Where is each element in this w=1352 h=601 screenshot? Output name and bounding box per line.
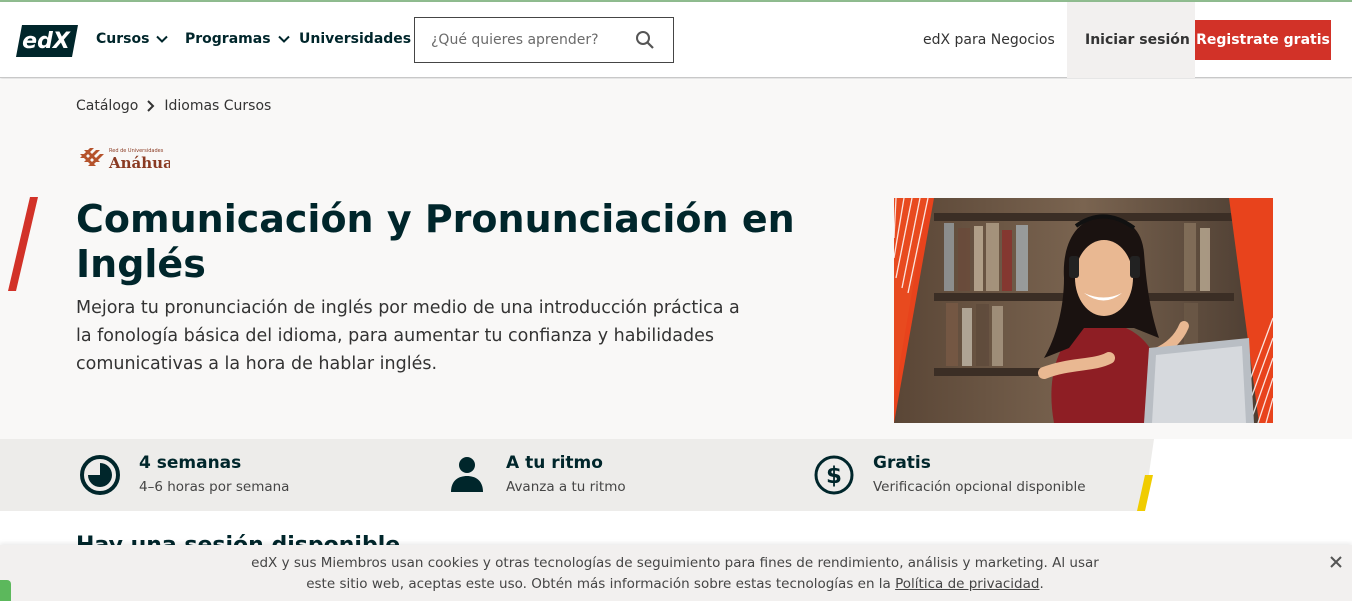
cookie-text: edX y sus Miembros usan cookies y otras … (250, 553, 1100, 595)
nav-programas[interactable]: Programas (185, 31, 291, 47)
chevron-down-icon (277, 35, 290, 43)
search-box (414, 17, 674, 63)
course-stats-bar: 4 semanas 4–6 horas por semana A tu ritm… (0, 439, 1352, 511)
nav-universidades[interactable]: Universidades (299, 31, 411, 47)
svg-text:$: $ (826, 463, 842, 489)
cookie-text-end: . (1039, 576, 1044, 592)
person-icon (451, 457, 483, 492)
stat-pace-title: A tu ritmo (506, 453, 603, 473)
search-input[interactable] (415, 18, 625, 62)
svg-text:Anáhuac: Anáhuac (108, 154, 170, 172)
clock-icon (80, 455, 120, 495)
course-image (894, 198, 1273, 423)
stat-price-title: Gratis (873, 453, 931, 473)
cookie-banner: edX y sus Miembros usan cookies y otras … (0, 545, 1352, 601)
edx-logo[interactable]: edX (16, 23, 78, 59)
nav-cursos[interactable]: Cursos (96, 31, 169, 47)
site-header: edX Cursos Programas Universidades edX p… (0, 2, 1352, 78)
svg-text:edX: edX (22, 29, 71, 54)
stat-pace-subtitle: Avanza a tu ritmo (506, 479, 626, 495)
search-icon[interactable] (635, 30, 655, 50)
stat-pace: A tu ritmo Avanza a tu ritmo (446, 451, 626, 496)
nav-cursos-label: Cursos (96, 31, 150, 47)
privacy-policy-link[interactable]: Política de privacidad (895, 576, 1039, 592)
nav-programas-label: Programas (185, 31, 271, 47)
red-slash-accent (8, 197, 38, 291)
course-hero: Catálogo Idiomas Cursos Red de Universid… (0, 79, 1352, 439)
feedback-tab[interactable] (0, 580, 11, 601)
business-link[interactable]: edX para Negocios (923, 32, 1055, 48)
stat-duration: 4 semanas 4–6 horas por semana (79, 451, 289, 496)
nav-universidades-label: Universidades (299, 31, 412, 47)
stat-price-subtitle: Verificación opcional disponible (873, 479, 1086, 495)
close-icon[interactable] (1328, 554, 1344, 570)
stat-price: $ Gratis Verificación opcional disponibl… (813, 451, 1086, 496)
stat-duration-subtitle: 4–6 horas por semana (139, 479, 290, 495)
breadcrumb-catalogo[interactable]: Catálogo (76, 98, 138, 114)
anahuac-logo[interactable]: Red de Universidades Anáhuac (78, 142, 170, 176)
course-title: Comunicación y Pronunciación en Inglés (76, 197, 795, 286)
breadcrumb: Catálogo Idiomas Cursos (76, 98, 271, 114)
chevron-down-icon (156, 35, 169, 43)
dollar-icon: $ (814, 455, 854, 495)
stat-duration-title: 4 semanas (139, 453, 242, 473)
breadcrumb-idiomas[interactable]: Idiomas Cursos (164, 98, 271, 114)
course-subtitle: Mejora tu pronunciación de inglés por me… (76, 298, 740, 374)
register-button[interactable]: Registrate gratis (1195, 20, 1331, 60)
signin-button[interactable]: Iniciar sesión (1085, 32, 1190, 48)
yellow-slash-accent (1137, 475, 1153, 511)
chevron-right-icon (147, 100, 155, 112)
